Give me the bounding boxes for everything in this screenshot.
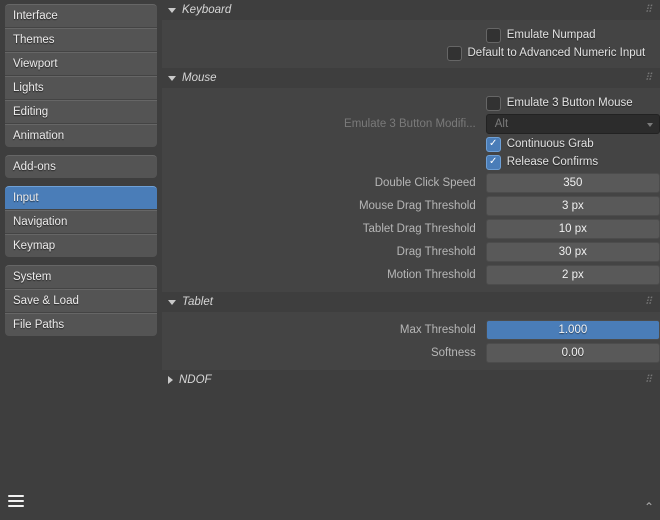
sidebar-item-file-paths[interactable]: File Paths: [5, 313, 157, 336]
softness-slider[interactable]: 0.00: [486, 343, 660, 363]
advanced-numeric-checkbox[interactable]: [447, 46, 462, 61]
softness-label: Softness: [162, 347, 486, 359]
section-header-mouse[interactable]: Mouse ⠿: [162, 68, 660, 88]
advanced-numeric-label[interactable]: Default to Advanced Numeric Input: [468, 47, 646, 59]
softness-value: 0.00: [487, 344, 659, 362]
footer-menu-button[interactable]: [6, 492, 26, 510]
preferences-main: Keyboard ⠿ Emulate Numpad Default to Adv…: [162, 0, 660, 520]
sidebar-item-keymap[interactable]: Keymap: [5, 234, 157, 257]
preferences-sidebar: InterfaceThemesViewportLightsEditingAnim…: [0, 0, 162, 520]
modifier-value: Alt: [495, 118, 508, 130]
section-title: Tablet: [182, 296, 213, 308]
section-header-keyboard[interactable]: Keyboard ⠿: [162, 0, 660, 20]
section-title: Keyboard: [182, 4, 231, 16]
emulate-numpad-checkbox[interactable]: [486, 28, 501, 43]
sidebar-item-lights[interactable]: Lights: [5, 76, 157, 100]
motion-field[interactable]: 2 px: [486, 265, 660, 285]
grip-icon: ⠿: [645, 5, 654, 16]
tablet-drag-field[interactable]: 10 px: [486, 219, 660, 239]
emulate-numpad-label[interactable]: Emulate Numpad: [507, 29, 596, 41]
grip-icon: ⠿: [645, 73, 654, 84]
continuous-grab-checkbox[interactable]: [486, 137, 501, 152]
section-body-mouse: Emulate 3 Button Mouse Emulate 3 Button …: [162, 88, 660, 292]
section-header-ndof[interactable]: NDOF ⠿: [162, 370, 660, 390]
sidebar-item-system[interactable]: System: [5, 265, 157, 289]
chevron-down-icon: [168, 8, 176, 13]
section-title: NDOF: [179, 374, 212, 386]
section-body-tablet: Max Threshold 1.000 Softness 0.00: [162, 312, 660, 370]
dblclick-label: Double Click Speed: [162, 177, 486, 189]
sidebar-item-navigation[interactable]: Navigation: [5, 210, 157, 234]
drag-label: Drag Threshold: [162, 246, 486, 258]
sidebar-item-animation[interactable]: Animation: [5, 124, 157, 147]
max-threshold-slider[interactable]: 1.000: [486, 320, 660, 340]
sidebar-item-editing[interactable]: Editing: [5, 100, 157, 124]
mouse-drag-label: Mouse Drag Threshold: [162, 200, 486, 212]
emulate-3button-checkbox[interactable]: [486, 96, 501, 111]
modifier-dropdown[interactable]: Alt: [486, 114, 660, 134]
sidebar-item-add-ons[interactable]: Add-ons: [5, 155, 157, 178]
section-header-tablet[interactable]: Tablet ⠿: [162, 292, 660, 312]
drag-field[interactable]: 30 px: [486, 242, 660, 262]
sidebar-item-input[interactable]: Input: [5, 186, 157, 210]
sidebar-item-viewport[interactable]: Viewport: [5, 52, 157, 76]
sidebar-item-themes[interactable]: Themes: [5, 28, 157, 52]
chevron-down-icon: [168, 76, 176, 81]
release-confirms-label[interactable]: Release Confirms: [507, 156, 598, 168]
section-title: Mouse: [182, 72, 217, 84]
chevron-right-icon: [168, 376, 173, 384]
continuous-grab-label[interactable]: Continuous Grab: [507, 138, 594, 150]
max-threshold-value: 1.000: [487, 321, 659, 339]
modifier-label: Emulate 3 Button Modifi...: [162, 118, 486, 130]
release-confirms-checkbox[interactable]: [486, 155, 501, 170]
grip-icon: ⠿: [645, 375, 654, 386]
emulate-3button-label[interactable]: Emulate 3 Button Mouse: [507, 97, 633, 109]
sidebar-item-save-load[interactable]: Save & Load: [5, 289, 157, 313]
grip-icon: ⠿: [645, 297, 654, 308]
motion-label: Motion Threshold: [162, 269, 486, 281]
mouse-drag-field[interactable]: 3 px: [486, 196, 660, 216]
max-threshold-label: Max Threshold: [162, 324, 486, 336]
tablet-drag-label: Tablet Drag Threshold: [162, 223, 486, 235]
scroll-up-icon[interactable]: ⌃: [644, 500, 654, 514]
chevron-down-icon: [168, 300, 176, 305]
dblclick-field[interactable]: 350: [486, 173, 660, 193]
sidebar-item-interface[interactable]: Interface: [5, 4, 157, 28]
section-body-keyboard: Emulate Numpad Default to Advanced Numer…: [162, 20, 660, 68]
